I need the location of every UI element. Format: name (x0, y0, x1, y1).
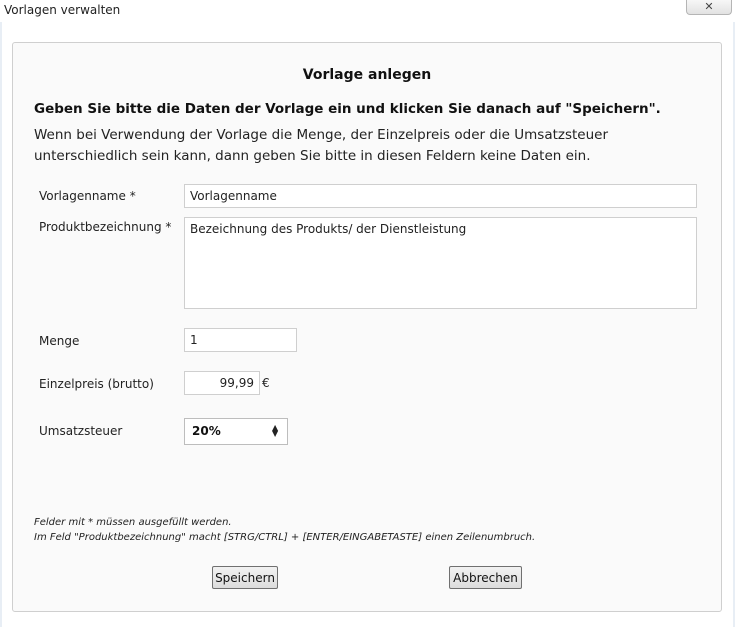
vat-select[interactable]: 20% ▲ ▼ (184, 418, 288, 445)
form-heading: Vorlage anlegen (302, 67, 432, 83)
required-fields-hint: Felder mit * müssen ausgefüllt werden. (34, 517, 232, 528)
cancel-button[interactable]: Abbrechen (449, 566, 522, 589)
currency-symbol: € (262, 376, 270, 390)
form-description: Wenn bei Verwendung der Vorlage die Meng… (34, 127, 609, 164)
save-button[interactable]: Speichern (212, 566, 278, 589)
unit-price-input[interactable] (184, 371, 260, 395)
template-form-panel: Vorlage anlegen Geben Sie bitte die Date… (12, 42, 722, 612)
close-button[interactable]: ✕ (686, 0, 732, 15)
product-description-label: Produktbezeichnung * (39, 220, 172, 234)
template-name-label: Vorlagenname * (39, 189, 136, 203)
window-title: Vorlagen verwalten (4, 3, 121, 17)
form-instruction: Geben Sie bitte die Daten der Vorlage ei… (34, 101, 661, 117)
vat-selected-value: 20% (192, 424, 221, 438)
unit-price-label: Einzelpreis (brutto) (39, 377, 154, 391)
product-description-textarea[interactable]: Bezeichnung des Produkts/ der Dienstleis… (184, 217, 697, 309)
quantity-label: Menge (39, 334, 80, 348)
vat-label: Umsatzsteuer (39, 424, 123, 438)
window-frame-left (0, 22, 2, 627)
linebreak-hint: Im Feld "Produktbezeichnung" macht [STRG… (34, 532, 536, 543)
close-icon: ✕ (704, 0, 714, 13)
template-name-input[interactable] (184, 184, 697, 208)
window-titlebar: Vorlagen verwalten ✕ (0, 0, 735, 22)
updown-arrow-icon: ▲ ▼ (272, 423, 279, 438)
quantity-input[interactable] (184, 328, 297, 352)
